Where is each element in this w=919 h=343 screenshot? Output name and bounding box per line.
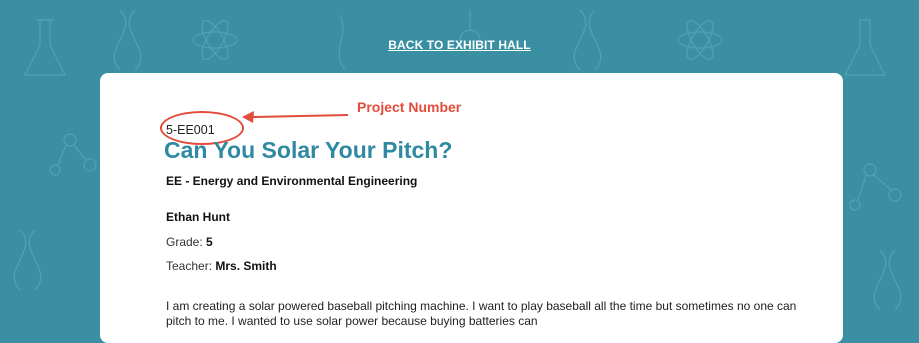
back-link-container: BACK TO EXHIBIT HALL [0,36,919,54]
grade-value: 5 [206,235,213,249]
annotation-arrow-icon [242,111,349,123]
grade-label: Grade: [166,235,207,249]
back-to-exhibit-hall-link[interactable]: BACK TO EXHIBIT HALL [388,38,530,52]
project-title: Can You Solar Your Pitch? [164,137,453,163]
project-description: I am creating a solar powered baseball p… [166,299,797,328]
grade-row: Grade: 5 [166,235,213,249]
teacher-label: Teacher: [166,259,216,273]
project-number-annotation-label: Project Number [357,99,462,115]
project-card: 5-EE001 Project Number Can You Solar You… [100,73,843,343]
teacher-row: Teacher: Mrs. Smith [166,259,277,273]
teacher-value: Mrs. Smith [215,259,277,273]
student-name: Ethan Hunt [166,210,230,224]
project-category: EE - Energy and Environmental Engineerin… [166,174,418,188]
